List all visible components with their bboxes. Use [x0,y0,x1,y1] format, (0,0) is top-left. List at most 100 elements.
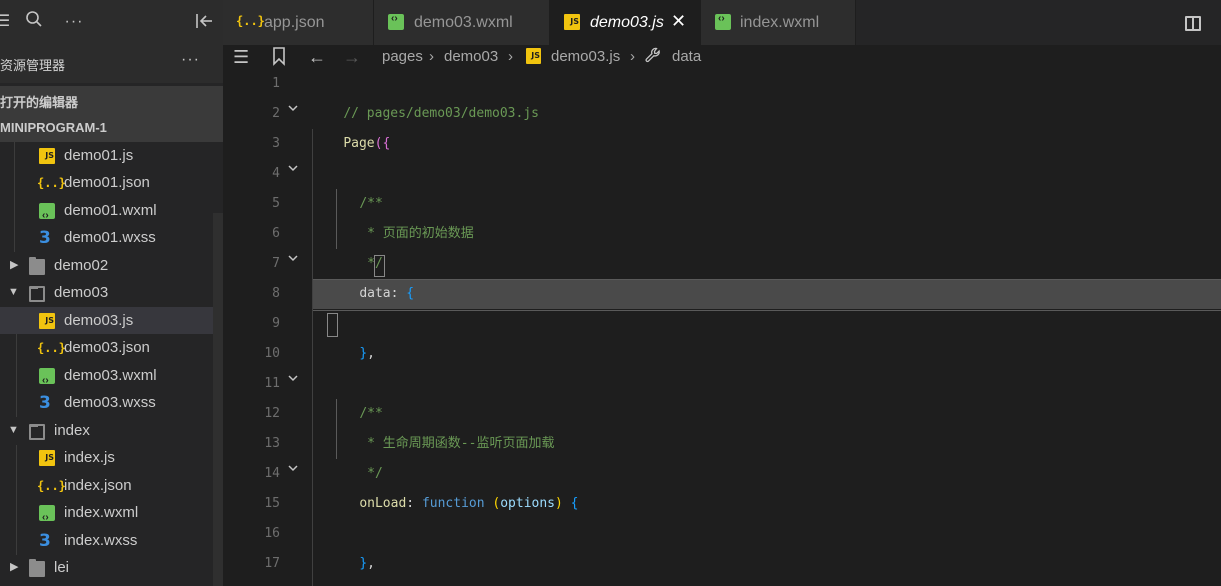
folder-open-icon [29,286,45,302]
code-token: } [359,346,368,361]
chevron-right-icon: › [630,48,635,65]
tree-item-label: demo01.js [64,147,134,164]
tree-file-demo01-wxml[interactable]: demo01.wxml [0,197,223,229]
code-token: ( [484,496,501,511]
json-file-icon: {..} [37,341,66,355]
line-number: 12 [264,406,280,421]
tree-file-demo03-js[interactable]: JS demo03.js [0,307,223,334]
tree-file-index-wxss[interactable]: 3 index.wxss [0,527,223,554]
tab-label: app.json [264,14,325,31]
tab-index-wxml[interactable]: index.wxml [701,0,856,45]
split-editor-icon[interactable] [1185,16,1201,31]
tree-item-label: demo01.wxss [64,229,156,246]
code-token: Page [343,136,375,151]
line-number: 8 [272,286,280,301]
code-token: { [570,496,579,511]
fold-chevron-down-icon[interactable] [287,155,299,185]
tree-item-label: index [54,422,90,439]
explorer-sidebar: ☰ ··· 资源管理器 ··· 打开的编辑器 MINIPROGRAM-1 JS … [0,0,223,586]
line-number: 16 [264,526,280,541]
tab-app-json[interactable]: {..} app.json [223,0,374,45]
explorer-header: 资源管理器 ··· [0,45,223,83]
tree-file-index-js[interactable]: JS index.js [0,444,223,471]
tree-folder-index[interactable]: ▼ index [0,417,223,444]
wxss-file-icon: 3 [39,531,51,551]
wxss-file-icon: 3 [39,228,51,248]
tree-folder-lei[interactable]: ▶ lei [0,554,223,581]
chevron-down-icon: ▼ [8,424,19,436]
js-file-icon: JS [39,450,55,466]
folder-icon [29,257,45,275]
tree-file-demo01-wxss[interactable]: 3 demo01.wxss [0,224,223,251]
line-number: 11 [264,376,280,391]
sidebar-toolbar: ☰ ··· [0,0,223,45]
chevron-right-icon: › [508,48,513,65]
search-icon[interactable] [23,10,45,32]
tree-item-label: demo01.wxml [64,202,157,219]
line-number: 4 [272,166,280,181]
explorer-more-icon[interactable]: ··· [181,51,200,69]
sidebar-scrollbar[interactable] [213,213,223,586]
tree-item-label: demo01.json [64,174,150,191]
wxml-file-icon [388,13,404,30]
wxml-file-icon [39,202,55,229]
tab-demo03-wxml[interactable]: demo03.wxml [374,0,550,45]
breadcrumb-item[interactable]: demo03 [444,46,498,68]
chevron-right-icon: ▶ [10,561,19,573]
fold-chevron-down-icon[interactable] [287,95,299,125]
tree-folder-demo02[interactable]: ▶ demo02 [0,252,223,279]
menu-icon[interactable]: ☰ [0,11,14,33]
close-icon[interactable]: ✕ [671,11,686,32]
tree-item-label: lei [54,559,70,576]
tree-file-demo03-wxml[interactable]: demo03.wxml [0,362,223,394]
indent-guide [312,129,313,586]
breadcrumb-item[interactable]: pages [382,46,423,68]
wxss-file-icon: 3 [39,393,51,413]
more-icon[interactable]: ··· [63,11,85,33]
arrow-left-icon[interactable]: ← [308,47,326,67]
code-token: { [406,286,415,301]
code-comment: * 生命周期函数--监听页面加载 [359,436,555,451]
code-editor[interactable]: 1 2 3 4 5 6 7 8 9 10 11 12 13 14 15 16 1… [223,69,1221,586]
tab-demo03-js[interactable]: JS demo03.js ✕ [550,0,701,45]
tree-item-label: demo02 [54,257,109,274]
fold-chevron-down-icon[interactable] [287,365,299,395]
json-file-icon: {..} [236,14,265,28]
line-number: 15 [264,496,280,511]
tab-label: demo03.js [590,14,664,31]
tree-item-label: demo03.wxss [64,394,156,411]
fold-chevron-down-icon[interactable] [287,245,299,275]
breadcrumb: ☰ ← → pages › demo03 › JS demo03.js › da… [223,45,1221,69]
breadcrumb-item[interactable]: demo03.js [551,46,620,68]
tree-item-label: demo03.json [64,339,150,356]
tree-folder-demo03[interactable]: ▼ demo03 [0,279,223,306]
project-section[interactable]: MINIPROGRAM-1 [0,114,223,142]
breadcrumb-item[interactable]: data [672,46,701,68]
line-number: 13 [264,436,280,451]
tree-item-label: index.json [64,477,132,494]
tree-file-index-wxml[interactable]: index.wxml [0,499,223,531]
tree-file-demo03-wxss[interactable]: 3 demo03.wxss [0,389,223,416]
bookmark-icon[interactable] [271,46,287,70]
code-token: options [500,496,556,511]
line-number: 7 [272,256,280,271]
outline-list-icon[interactable]: ☰ [233,47,249,67]
open-editors-section[interactable]: 打开的编辑器 [0,86,223,114]
current-line-highlight [312,279,1221,311]
tree-file-demo01-js[interactable]: JS demo01.js [0,142,223,169]
code-token: { [382,136,391,151]
tree-item-label: demo03.js [64,312,134,329]
line-number: 6 [272,226,280,241]
tree-file-demo03-json[interactable]: {..} demo03.json [0,334,223,361]
chevron-right-icon: › [429,48,434,65]
fold-chevron-down-icon[interactable] [287,455,299,485]
collapse-panel-icon[interactable] [193,11,215,33]
project-label: MINIPROGRAM-1 [0,120,107,135]
json-file-icon: {..} [37,176,66,190]
chevron-down-icon: ▼ [8,286,19,298]
tree-file-index-json[interactable]: {..} index.json [0,472,223,499]
js-file-icon: JS [39,313,55,329]
tree-file-demo01-json[interactable]: {..} demo01.json [0,169,223,196]
json-file-icon: {..} [37,479,66,493]
arrow-right-icon[interactable]: → [343,47,361,67]
